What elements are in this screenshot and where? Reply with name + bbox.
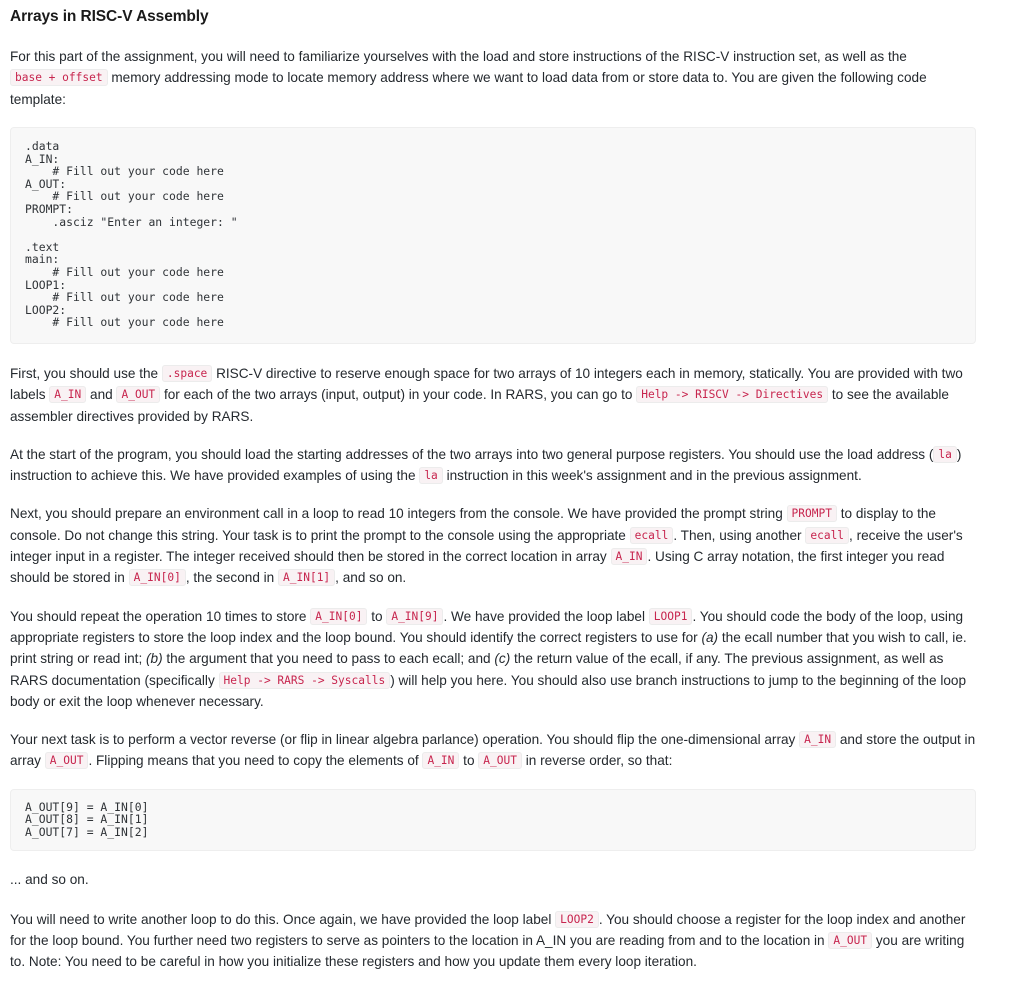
and-so-on-note: ... and so on. bbox=[10, 872, 89, 888]
text-fragment: At the start of the program, you should … bbox=[10, 446, 934, 462]
emphasis-c: (c) bbox=[494, 651, 511, 667]
text-fragment: Next, you should prepare an environment … bbox=[10, 506, 787, 522]
paragraph-loop1: You should repeat the operation 10 times… bbox=[10, 606, 976, 712]
inline-code-loop2-a-out: A_OUT bbox=[828, 932, 873, 950]
emphasis-b: (b) bbox=[146, 651, 163, 667]
text-fragment: , and so on. bbox=[335, 570, 407, 586]
text-fragment: You should repeat the operation 10 times… bbox=[10, 608, 311, 624]
text-fragment: for each of the two arrays (input, outpu… bbox=[160, 387, 637, 403]
inline-code-space: .space bbox=[161, 364, 213, 382]
page-title: Arrays in RISC-V Assembly bbox=[10, 8, 209, 25]
inline-code-a-in-1: A_IN[1] bbox=[278, 569, 336, 587]
paragraph-intro: For this part of the assignment, you wil… bbox=[10, 46, 976, 110]
text-fragment: in reverse order, so that: bbox=[521, 753, 673, 769]
text-fragment: Your next task is to perform a vector re… bbox=[10, 732, 800, 748]
inline-code-a-in-9: A_IN[9] bbox=[386, 607, 444, 625]
inline-code-la-1: la bbox=[933, 445, 957, 463]
code-block-template[interactable]: .data A_IN: # Fill out your code here A_… bbox=[10, 127, 976, 344]
inline-code-ecall-2: ecall bbox=[805, 526, 850, 544]
inline-code-la-2: la bbox=[419, 467, 443, 485]
text-fragment: . We have provided the loop label bbox=[443, 608, 649, 624]
text-fragment: . Then, using another bbox=[673, 527, 806, 543]
inline-code-a-out: A_OUT bbox=[116, 386, 161, 404]
inline-code-a-in-0-store: A_IN[0] bbox=[310, 607, 368, 625]
inline-code-help-rars-syscalls: Help -> RARS -> Syscalls bbox=[218, 671, 391, 689]
text-fragment: the argument that you need to pass to ea… bbox=[162, 651, 495, 667]
paragraph-loop2: You will need to write another loop to d… bbox=[10, 909, 976, 973]
inline-code-flip-a-in: A_IN bbox=[799, 731, 837, 749]
document-body: Arrays in RISC-V Assembly For this part … bbox=[0, 0, 1024, 1000]
inline-code-a-in-array: A_IN bbox=[610, 548, 648, 566]
inline-code-base-offset: base + offset bbox=[10, 69, 108, 87]
text-fragment: For this part of the assignment, you wil… bbox=[10, 49, 907, 65]
inline-code-flip-a-out-2: A_OUT bbox=[478, 752, 522, 770]
text-fragment: , the second in bbox=[185, 570, 279, 586]
inline-code-a-in: A_IN bbox=[49, 386, 87, 404]
paragraph-load-address: At the start of the program, you should … bbox=[10, 444, 976, 487]
inline-code-flip-a-in-2: A_IN bbox=[422, 752, 460, 770]
text-fragment: memory addressing mode to locate memory … bbox=[10, 70, 927, 107]
text-fragment: to bbox=[367, 608, 387, 624]
inline-code-prompt: PROMPT bbox=[786, 505, 837, 523]
code-block-flip-example[interactable]: A_OUT[9] = A_IN[0] A_OUT[8] = A_IN[1] A_… bbox=[10, 788, 976, 852]
inline-code-flip-a-out: A_OUT bbox=[44, 752, 89, 770]
text-fragment: You will need to write another loop to d… bbox=[10, 911, 556, 927]
emphasis-a: (a) bbox=[701, 629, 719, 645]
paragraph-space-directive: First, you should use the .space RISC-V … bbox=[10, 363, 976, 427]
text-fragment: . Flipping means that you need to copy t… bbox=[88, 753, 423, 769]
paragraph-ecall: Next, you should prepare an environment … bbox=[10, 503, 976, 588]
text-fragment: to bbox=[459, 753, 479, 769]
inline-code-ecall-1: ecall bbox=[629, 526, 674, 544]
text-fragment: instruction in this week's assignment an… bbox=[442, 468, 862, 484]
inline-code-a-in-0: A_IN[0] bbox=[128, 569, 186, 587]
inline-code-loop1: LOOP1 bbox=[648, 607, 693, 625]
text-fragment: and bbox=[86, 387, 117, 403]
text-fragment: First, you should use the bbox=[10, 365, 162, 381]
inline-code-help-riscv-directives: Help -> RISCV -> Directives bbox=[636, 386, 829, 404]
paragraph-vector-reverse: Your next task is to perform a vector re… bbox=[10, 729, 976, 772]
inline-code-loop2: LOOP2 bbox=[555, 910, 599, 928]
